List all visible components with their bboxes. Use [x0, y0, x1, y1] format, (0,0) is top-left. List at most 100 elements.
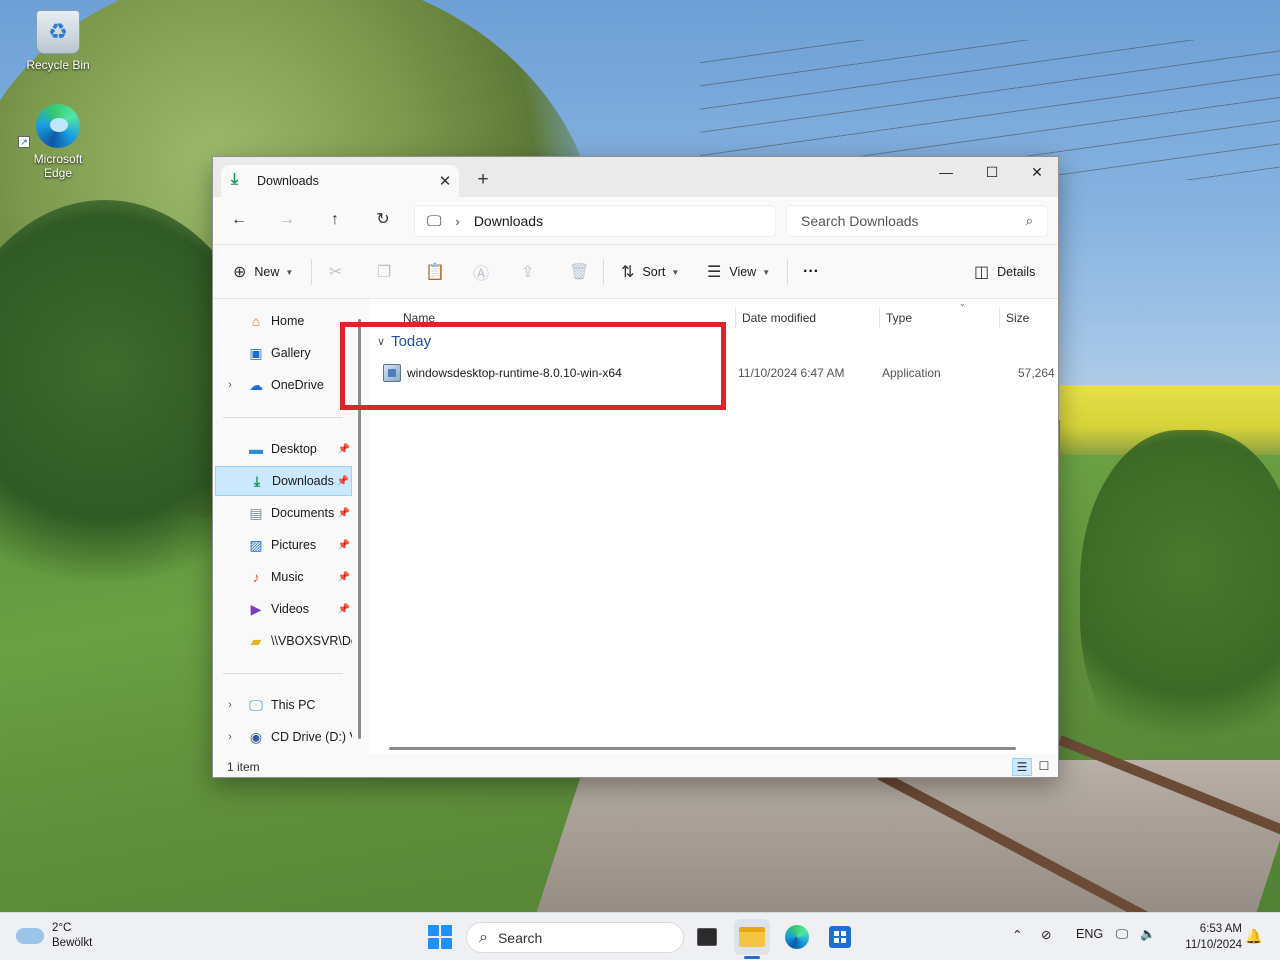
- search-box[interactable]: ⌕: [786, 205, 1048, 237]
- start-button[interactable]: [422, 919, 458, 955]
- weather-widget[interactable]: 2°C Bewölkt: [16, 921, 92, 951]
- chevron-right-icon[interactable]: ›: [455, 214, 459, 229]
- column-header-date-modified[interactable]: Date modified: [735, 307, 879, 329]
- paste-button[interactable]: 📋: [425, 258, 453, 286]
- sidebar-item-label: \\VBOXSVR\Dov: [271, 634, 352, 648]
- share-button[interactable]: ⇪: [521, 258, 542, 286]
- chevron-right-icon[interactable]: ›: [221, 379, 239, 391]
- tab-downloads[interactable]: ⤓ Downloads ✕: [221, 165, 459, 197]
- chevron-right-icon[interactable]: ›: [221, 731, 239, 743]
- details-pane-icon: ◫: [974, 264, 990, 281]
- view-label: View: [729, 265, 757, 279]
- navigation-pane: ⌂ Home ▣ Gallery › ☁ OneDrive ▬ Desktop …: [213, 299, 358, 754]
- sidebar-item-downloads[interactable]: ⤓ Downloads 📌: [215, 466, 352, 496]
- refresh-button[interactable]: ↻: [367, 207, 399, 235]
- file-explorer-window: ⤓ Downloads ✕ + — ☐ ✕ ← → ↑ ↻ 🖵 › Downlo…: [212, 156, 1059, 778]
- taskbar-edge[interactable]: [779, 919, 815, 955]
- sidebar-item-label: Music: [271, 570, 304, 584]
- pin-icon[interactable]: 📌: [336, 444, 352, 455]
- close-tab-icon[interactable]: ✕: [431, 172, 459, 190]
- sidebar-item-label: CD Drive (D:) Vir: [271, 730, 352, 744]
- horizontal-scrollbar[interactable]: [389, 747, 1016, 750]
- sidebar-item-label: OneDrive: [271, 378, 324, 392]
- taskbar-store[interactable]: [822, 919, 858, 955]
- sidebar-item-this-pc[interactable]: › 🖵 This PC: [215, 690, 352, 720]
- close-button[interactable]: ✕: [1014, 157, 1058, 189]
- breadcrumb-downloads[interactable]: Downloads: [474, 213, 543, 229]
- search-input[interactable]: [801, 213, 1026, 229]
- list-view-icon: ☰: [707, 264, 722, 281]
- minimize-button[interactable]: —: [923, 157, 969, 189]
- sidebar-item-label: Gallery: [271, 346, 311, 360]
- column-header-type[interactable]: Type: [879, 307, 999, 329]
- chevron-down-icon: ▼: [762, 267, 771, 277]
- pin-icon[interactable]: 📌: [336, 572, 352, 583]
- music-icon: ♪: [252, 569, 260, 585]
- volume-icon[interactable]: 🔈: [1140, 927, 1156, 942]
- pin-icon[interactable]: 📌: [336, 604, 352, 615]
- notification-bell-icon[interactable]: 🔔: [1245, 928, 1262, 945]
- cut-button[interactable]: ✂: [329, 258, 350, 286]
- chevron-down-icon[interactable]: ∨: [377, 335, 385, 348]
- taskbar-task-view[interactable]: [689, 919, 725, 955]
- chevron-right-icon[interactable]: ›: [221, 699, 239, 711]
- view-button[interactable]: ☰ View ▼: [707, 258, 770, 286]
- pin-icon[interactable]: 📌: [336, 508, 352, 519]
- network-off-icon[interactable]: ⊘: [1041, 927, 1051, 942]
- title-bar[interactable]: ⤓ Downloads ✕ + — ☐ ✕: [213, 157, 1058, 197]
- details-pane-button[interactable]: ◫ Details: [974, 258, 1035, 286]
- column-header-size[interactable]: Size: [999, 307, 1058, 329]
- clock[interactable]: 6:53 AM 11/10/2024: [1170, 921, 1242, 953]
- new-button[interactable]: ⊕ New ▼: [233, 258, 293, 286]
- network-icon[interactable]: 🖵: [1116, 927, 1128, 942]
- sidebar-item-documents[interactable]: ▤ Documents 📌: [215, 498, 352, 528]
- sort-button[interactable]: ⇅ Sort ▼: [621, 258, 679, 286]
- group-label: Today: [391, 333, 432, 350]
- scissors-icon: ✂: [329, 264, 343, 281]
- forward-button[interactable]: →: [271, 207, 303, 235]
- sidebar-item-home[interactable]: ⌂ Home: [215, 306, 352, 336]
- video-icon: ▶: [250, 601, 262, 617]
- sidebar-item-gallery[interactable]: ▣ Gallery: [215, 338, 352, 368]
- sidebar-item-desktop[interactable]: ▬ Desktop 📌: [215, 434, 352, 464]
- sidebar-item-network-share[interactable]: ▰ \\VBOXSVR\Dov: [215, 626, 352, 656]
- desktop-icon-microsoft-edge[interactable]: Microsoft Edge: [18, 104, 98, 180]
- group-header-today[interactable]: ∨ Today: [377, 333, 431, 350]
- taskbar-search-label: Search: [497, 929, 543, 946]
- details-view-button[interactable]: ☰: [1012, 758, 1032, 776]
- column-header-name[interactable]: Name: [397, 307, 735, 329]
- show-hidden-icons-button[interactable]: ⌃: [1012, 927, 1022, 942]
- sidebar-item-pictures[interactable]: ▨ Pictures 📌: [215, 530, 352, 560]
- sort-label: Sort: [642, 265, 666, 279]
- details-label: Details: [997, 265, 1036, 279]
- search-icon: ⌕: [1025, 213, 1033, 228]
- file-row[interactable]: windowsdesktop-runtime-8.0.10-win-x64 11…: [383, 361, 1058, 385]
- sidebar-item-videos[interactable]: ▶ Videos 📌: [215, 594, 352, 624]
- toolbar-divider: [603, 259, 604, 285]
- rename-button[interactable]: Ⓐ: [473, 258, 497, 286]
- input-language[interactable]: ENG: [1076, 927, 1103, 941]
- pin-icon[interactable]: 📌: [336, 540, 352, 551]
- gallery-icon: ▣: [249, 345, 263, 361]
- pin-icon[interactable]: 📌: [335, 476, 351, 487]
- up-button[interactable]: ↑: [319, 207, 351, 235]
- file-type: Application: [882, 366, 941, 380]
- delete-button[interactable]: 🗑: [569, 258, 597, 286]
- sidebar-item-onedrive[interactable]: › ☁ OneDrive: [215, 370, 352, 400]
- address-bar[interactable]: 🖵 › Downloads: [414, 205, 776, 237]
- tiles-view-button[interactable]: ☐: [1034, 758, 1054, 776]
- trash-icon: 🗑: [569, 264, 590, 281]
- taskbar-search[interactable]: ⌕ Search: [466, 922, 684, 953]
- new-tab-button[interactable]: +: [471, 169, 495, 193]
- more-options-label: ···: [803, 263, 819, 280]
- more-options-button[interactable]: ···: [803, 258, 819, 286]
- sidebar-item-music[interactable]: ♪ Music 📌: [215, 562, 352, 592]
- copy-button[interactable]: ❐: [377, 258, 399, 286]
- home-icon: ⌂: [251, 313, 261, 329]
- maximize-button[interactable]: ☐: [969, 157, 1015, 189]
- taskbar-file-explorer[interactable]: [734, 919, 770, 955]
- sidebar-item-cd-drive[interactable]: › ◉ CD Drive (D:) Vir: [215, 722, 352, 752]
- back-button[interactable]: ←: [223, 207, 255, 235]
- desktop-icon-recycle-bin[interactable]: Recycle Bin: [18, 10, 98, 72]
- sidebar-scrollbar[interactable]: [358, 319, 361, 739]
